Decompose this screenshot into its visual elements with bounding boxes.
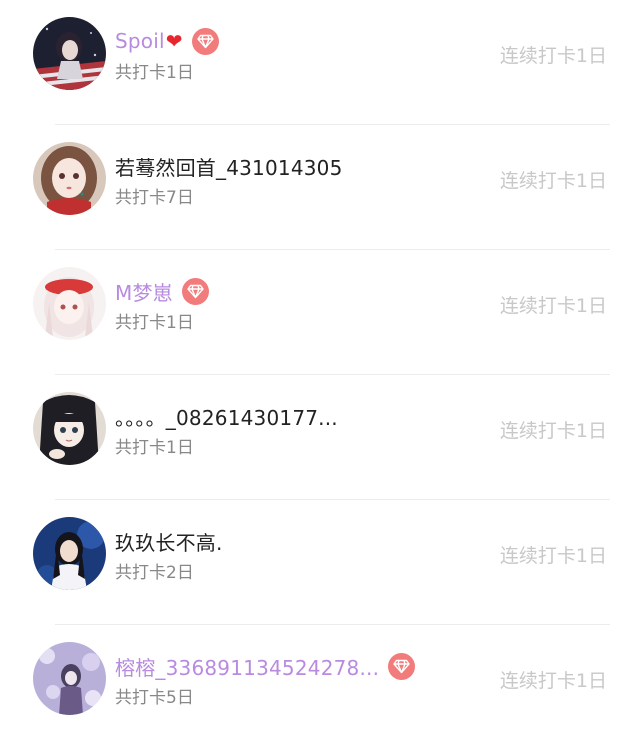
name-line: M梦崽: [115, 274, 209, 308]
user-name[interactable]: 若蓦然回首_431014305: [115, 152, 343, 181]
list-item[interactable]: Spoil ❤ 共打卡1日 连续打卡1日: [0, 0, 640, 125]
avatar-image: [33, 17, 106, 90]
total-checkin-days: 共打卡1日: [115, 438, 194, 458]
streak-checkin-days: 连续打卡1日: [499, 545, 607, 567]
streak-checkin-days: 连续打卡1日: [499, 295, 607, 317]
total-checkin-days: 共打卡1日: [115, 313, 194, 333]
streak-checkin-days: 连续打卡1日: [499, 45, 607, 67]
user-name[interactable]: Spoil: [115, 29, 165, 53]
list-item[interactable]: 榕榕_336891134524278... 共打卡5日 连续打卡1日: [0, 625, 640, 750]
vip-diamond-icon: [181, 277, 209, 305]
user-name[interactable]: 。。。。_08261430177...: [115, 402, 338, 431]
user-avatar[interactable]: [33, 642, 106, 715]
user-avatar[interactable]: [33, 142, 106, 215]
list-item[interactable]: 。。。。_08261430177... 共打卡1日 连续打卡1日: [0, 375, 640, 500]
list-item[interactable]: 玖玖长不高. 共打卡2日 连续打卡1日: [0, 500, 640, 625]
user-avatar[interactable]: [33, 17, 106, 90]
user-avatar[interactable]: [33, 392, 106, 465]
user-avatar[interactable]: [33, 267, 106, 340]
avatar-image: [33, 517, 106, 590]
avatar-image: [33, 267, 106, 340]
list-item[interactable]: M梦崽 共打卡1日 连续打卡1日: [0, 250, 640, 375]
user-name[interactable]: 榕榕_336891134524278...: [115, 652, 379, 681]
total-checkin-days: 共打卡5日: [115, 688, 194, 708]
name-line: 玖玖长不高.: [115, 524, 223, 558]
name-line: Spoil ❤: [115, 24, 219, 58]
user-name[interactable]: 玖玖长不高.: [115, 527, 223, 556]
vip-diamond-icon: [388, 652, 416, 680]
user-name[interactable]: M梦崽: [115, 277, 173, 306]
streak-checkin-days: 连续打卡1日: [499, 670, 607, 692]
heart-icon: ❤: [165, 29, 183, 53]
avatar-image: [33, 142, 106, 215]
name-line: 若蓦然回首_431014305: [115, 149, 343, 183]
list-item[interactable]: 若蓦然回首_431014305 共打卡7日 连续打卡1日: [0, 125, 640, 250]
total-checkin-days: 共打卡2日: [115, 563, 194, 583]
name-line: 。。。。_08261430177...: [115, 399, 338, 433]
streak-checkin-days: 连续打卡1日: [499, 170, 607, 192]
user-avatar[interactable]: [33, 517, 106, 590]
total-checkin-days: 共打卡1日: [115, 63, 194, 83]
streak-checkin-days: 连续打卡1日: [499, 420, 607, 442]
vip-diamond-icon: [191, 27, 219, 55]
name-line: 榕榕_336891134524278...: [115, 649, 416, 683]
checkin-list: Spoil ❤ 共打卡1日 连续打卡1日 若蓦然回首_431014305 共打卡…: [0, 0, 640, 723]
avatar-image: [33, 642, 106, 715]
avatar-image: [33, 392, 106, 465]
total-checkin-days: 共打卡7日: [115, 188, 194, 208]
